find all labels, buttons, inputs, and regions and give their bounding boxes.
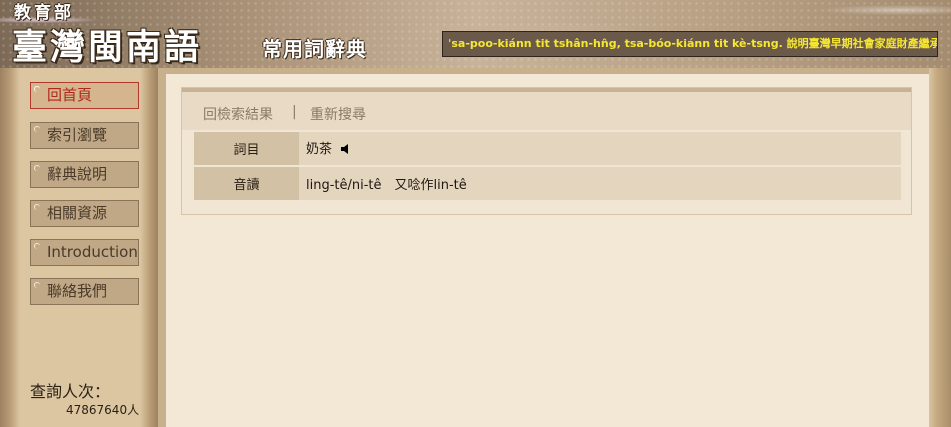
visit-counter-value: 47867640人 — [66, 403, 140, 417]
sidebar-item-introduction[interactable]: Introduction — [30, 239, 139, 266]
entry-table: 詞目 奶茶 音讀 ling-tê/ni-tê 又唸作lin-tê — [194, 132, 901, 202]
panel-nav: 回檢索結果 | 重新搜尋 — [182, 92, 911, 130]
entry-key-headword: 詞目 — [194, 132, 299, 167]
headword-text: 奶茶 — [306, 142, 333, 157]
entry-panel: 回檢索結果 | 重新搜尋 詞目 奶茶 音讀 ling-tê/ni-tê 又唸作l… — [181, 87, 912, 215]
marquee-text: ˈsa-poo-kiánn tit tshân-hn̂g, tsa-bóo-ki… — [448, 37, 938, 50]
sidebar-item-label: 索引瀏覽 — [47, 126, 108, 144]
entry-value-headword: 奶茶 — [299, 132, 901, 167]
sidebar-item-label: 相關資源 — [47, 204, 108, 222]
sidebar-item-about[interactable]: 辭典說明 — [30, 161, 139, 188]
sidebar-item-label: 聯絡我們 — [47, 282, 108, 300]
corner-ornament-icon — [34, 282, 40, 288]
table-row: 詞目 奶茶 — [194, 132, 901, 167]
sidebar-item-label: 回首頁 — [47, 86, 93, 104]
nav-separator: | — [292, 104, 297, 120]
corner-ornament-icon — [34, 165, 40, 171]
new-search-link[interactable]: 重新搜尋 — [310, 104, 366, 124]
scrolling-proverb: ˈsa-poo-kiánn tit tshân-hn̂g, tsa-bóo-ki… — [442, 31, 938, 57]
sidebar-item-resources[interactable]: 相關資源 — [30, 200, 139, 227]
site-title[interactable]: 臺灣閩南語 — [12, 19, 202, 68]
sidebar: 回首頁 索引瀏覽 辭典說明 相關資源 Introduction 聯絡我們 查詢人… — [0, 68, 158, 427]
sidebar-item-label: Introduction — [47, 243, 138, 261]
back-to-results-link[interactable]: 回檢索結果 — [203, 104, 273, 124]
speaker-icon[interactable] — [340, 143, 352, 159]
sidebar-item-label: 辭典說明 — [47, 165, 108, 183]
entry-value-pronunciation: ling-tê/ni-tê 又唸作lin-tê — [299, 166, 901, 202]
corner-ornament-icon — [34, 243, 40, 249]
sidebar-item-index[interactable]: 索引瀏覽 — [30, 122, 139, 149]
entry-key-pronunciation: 音讀 — [194, 166, 299, 202]
table-row: 音讀 ling-tê/ni-tê 又唸作lin-tê — [194, 166, 901, 202]
right-frame-edge — [929, 68, 951, 427]
sidebar-item-home[interactable]: 回首頁 — [30, 82, 139, 109]
sidebar-item-contact[interactable]: 聯絡我們 — [30, 278, 139, 305]
corner-ornament-icon — [34, 204, 40, 210]
visit-counter-label: 查詢人次： — [30, 382, 111, 401]
corner-ornament-icon — [34, 126, 40, 132]
corner-ornament-icon — [34, 86, 40, 92]
site-subtitle: 常用詞辭典 — [262, 37, 367, 61]
header-banner: 教育部 臺灣閩南語 常用詞辭典 ˈsa-poo-kiánn tit tshân-… — [0, 0, 951, 68]
